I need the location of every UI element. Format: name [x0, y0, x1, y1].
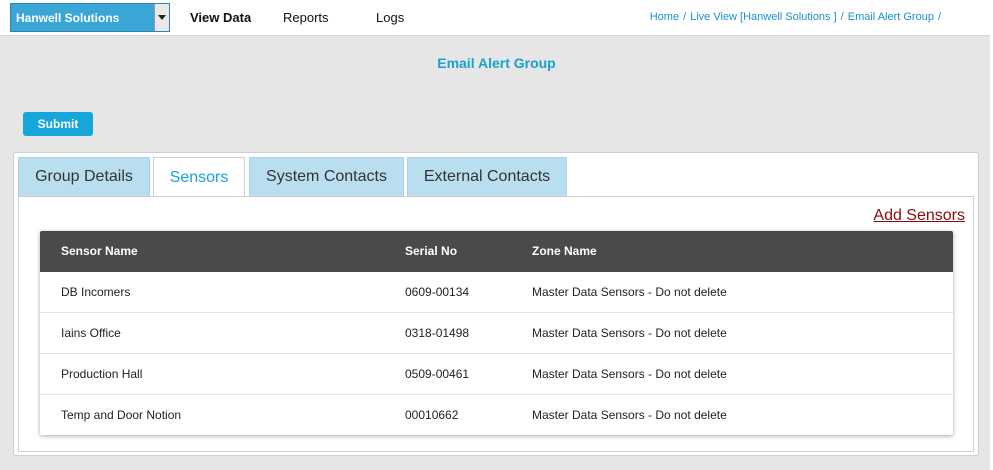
- table-row[interactable]: DB Incomers 0609-00134 Master Data Senso…: [40, 272, 953, 313]
- nav-view-data[interactable]: View Data: [190, 10, 251, 25]
- breadcrumb: Home / Live View [Hanwell Solutions ] / …: [650, 11, 941, 23]
- sensors-table: Sensor Name Serial No Zone Name DB Incom…: [40, 231, 953, 435]
- group-panel: Group Details Sensors System Contacts Ex…: [13, 152, 979, 456]
- tab-group-details[interactable]: Group Details: [18, 157, 150, 196]
- nav-logs[interactable]: Logs: [376, 10, 404, 25]
- sensors-tab-content: Add Sensors Sensor Name Serial No Zone N…: [18, 196, 974, 452]
- breadcrumb-separator: /: [683, 11, 687, 23]
- tab-external-contacts[interactable]: External Contacts: [407, 157, 567, 196]
- tab-sensors[interactable]: Sensors: [153, 157, 245, 197]
- column-header-zone-name[interactable]: Zone Name: [532, 231, 597, 272]
- dropdown-arrow-button[interactable]: [154, 4, 169, 31]
- table-row[interactable]: Iains Office 0318-01498 Master Data Sens…: [40, 313, 953, 354]
- add-sensors-link[interactable]: Add Sensors: [873, 207, 965, 225]
- table-header: Sensor Name Serial No Zone Name: [40, 231, 953, 272]
- cell-serial-no: 0509-00461: [405, 367, 470, 381]
- cell-sensor-name: DB Incomers: [61, 285, 131, 299]
- cell-zone-name: Master Data Sensors - Do not delete: [532, 408, 727, 422]
- organization-select[interactable]: Hanwell Solutions: [10, 3, 170, 32]
- breadcrumb-live-view[interactable]: Live View [Hanwell Solutions ]: [690, 11, 837, 23]
- cell-serial-no: 0609-00134: [405, 285, 470, 299]
- breadcrumb-separator: /: [840, 11, 844, 23]
- cell-zone-name: Master Data Sensors - Do not delete: [532, 326, 727, 340]
- breadcrumb-home[interactable]: Home: [650, 11, 679, 23]
- top-bar: Hanwell Solutions View Data Reports Logs…: [0, 0, 993, 36]
- breadcrumb-email-alert-group[interactable]: Email Alert Group: [848, 11, 934, 23]
- organization-select-value: Hanwell Solutions: [16, 10, 120, 25]
- cell-zone-name: Master Data Sensors - Do not delete: [532, 285, 727, 299]
- table-row[interactable]: Production Hall 0509-00461 Master Data S…: [40, 354, 953, 395]
- cell-serial-no: 00010662: [405, 408, 459, 422]
- cell-sensor-name: Temp and Door Notion: [61, 408, 182, 422]
- column-header-serial-no[interactable]: Serial No: [405, 231, 457, 272]
- cell-sensor-name: Iains Office: [61, 326, 121, 340]
- cell-zone-name: Master Data Sensors - Do not delete: [532, 367, 727, 381]
- table-row[interactable]: Temp and Door Notion 00010662 Master Dat…: [40, 395, 953, 436]
- tab-system-contacts[interactable]: System Contacts: [249, 157, 404, 196]
- submit-button[interactable]: Submit: [23, 112, 93, 136]
- nav-reports[interactable]: Reports: [283, 10, 329, 25]
- cell-serial-no: 0318-01498: [405, 326, 470, 340]
- column-header-sensor-name[interactable]: Sensor Name: [61, 231, 138, 272]
- breadcrumb-separator: /: [937, 11, 941, 23]
- page-title: Email Alert Group: [437, 55, 556, 71]
- cell-sensor-name: Production Hall: [61, 367, 143, 381]
- chevron-down-icon: [158, 15, 166, 20]
